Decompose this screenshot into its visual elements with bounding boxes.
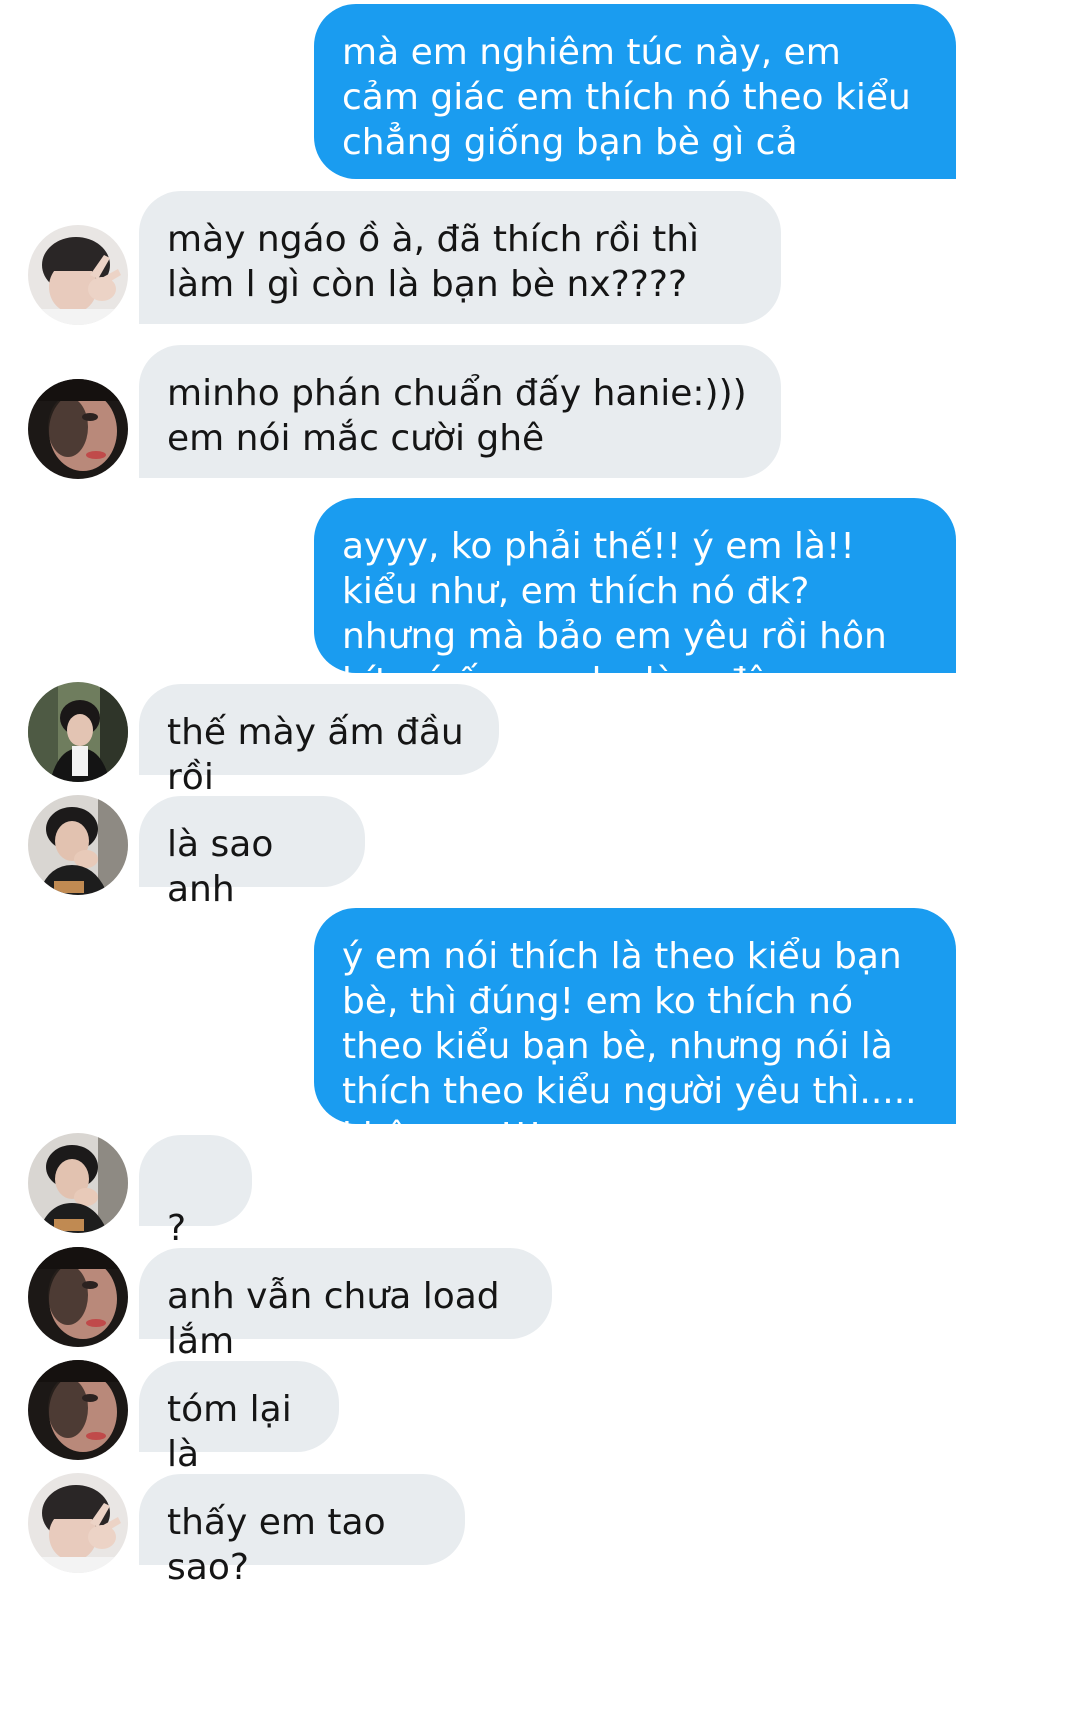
sent-message[interactable]: ayyy, ko phải thế!! ý em là!! kiểu như, … xyxy=(314,498,956,702)
avatar-peace-sign[interactable] xyxy=(28,225,128,325)
avatar-hand-on-chin-icon xyxy=(28,795,128,895)
avatar-dark-hair-green-bg[interactable] xyxy=(28,682,128,782)
avatar-hand-on-chin[interactable] xyxy=(28,1133,128,1233)
sent-message[interactable]: mà em nghiêm túc này, em cảm giác em thí… xyxy=(314,4,956,179)
received-message[interactable]: tóm lại là xyxy=(139,1361,339,1475)
sent-message[interactable]: ý em nói thích là theo kiểu bạn bè, thì … xyxy=(314,908,956,1157)
avatar-hooded-closeup-icon xyxy=(28,379,128,479)
received-message[interactable]: ? xyxy=(139,1135,252,1289)
avatar-hooded-closeup-icon xyxy=(28,1360,128,1460)
received-message[interactable]: minho phán chuẩn đấy hanie:))) em nói mắ… xyxy=(139,345,781,478)
message-text: ? xyxy=(167,1208,187,1249)
received-message[interactable]: thấy em tao sao? xyxy=(139,1474,465,1588)
avatar-hooded-closeup[interactable] xyxy=(28,1247,128,1347)
received-message[interactable]: anh vẫn chưa load lắm xyxy=(139,1248,552,1362)
avatar-dark-hair-green-bg-icon xyxy=(28,682,128,782)
avatar-hand-on-chin[interactable] xyxy=(28,795,128,895)
avatar-hooded-closeup-icon xyxy=(28,1247,128,1347)
avatar-hooded-closeup[interactable] xyxy=(28,379,128,479)
avatar-peace-sign-icon xyxy=(28,225,128,325)
avatar-hand-on-chin-icon xyxy=(28,1133,128,1233)
avatar-peace-sign-icon xyxy=(28,1473,128,1573)
received-message[interactable]: thế mày ấm đầu rồi xyxy=(139,684,499,798)
avatar-peace-sign[interactable] xyxy=(28,1473,128,1573)
received-message[interactable]: mày ngáo ồ à, đã thích rồi thì làm l gì … xyxy=(139,191,781,324)
chat-thread: mà em nghiêm túc này, em cảm giác em thí… xyxy=(0,0,1080,1717)
received-message[interactable]: là sao anh xyxy=(139,796,365,910)
avatar-hooded-closeup[interactable] xyxy=(28,1360,128,1460)
